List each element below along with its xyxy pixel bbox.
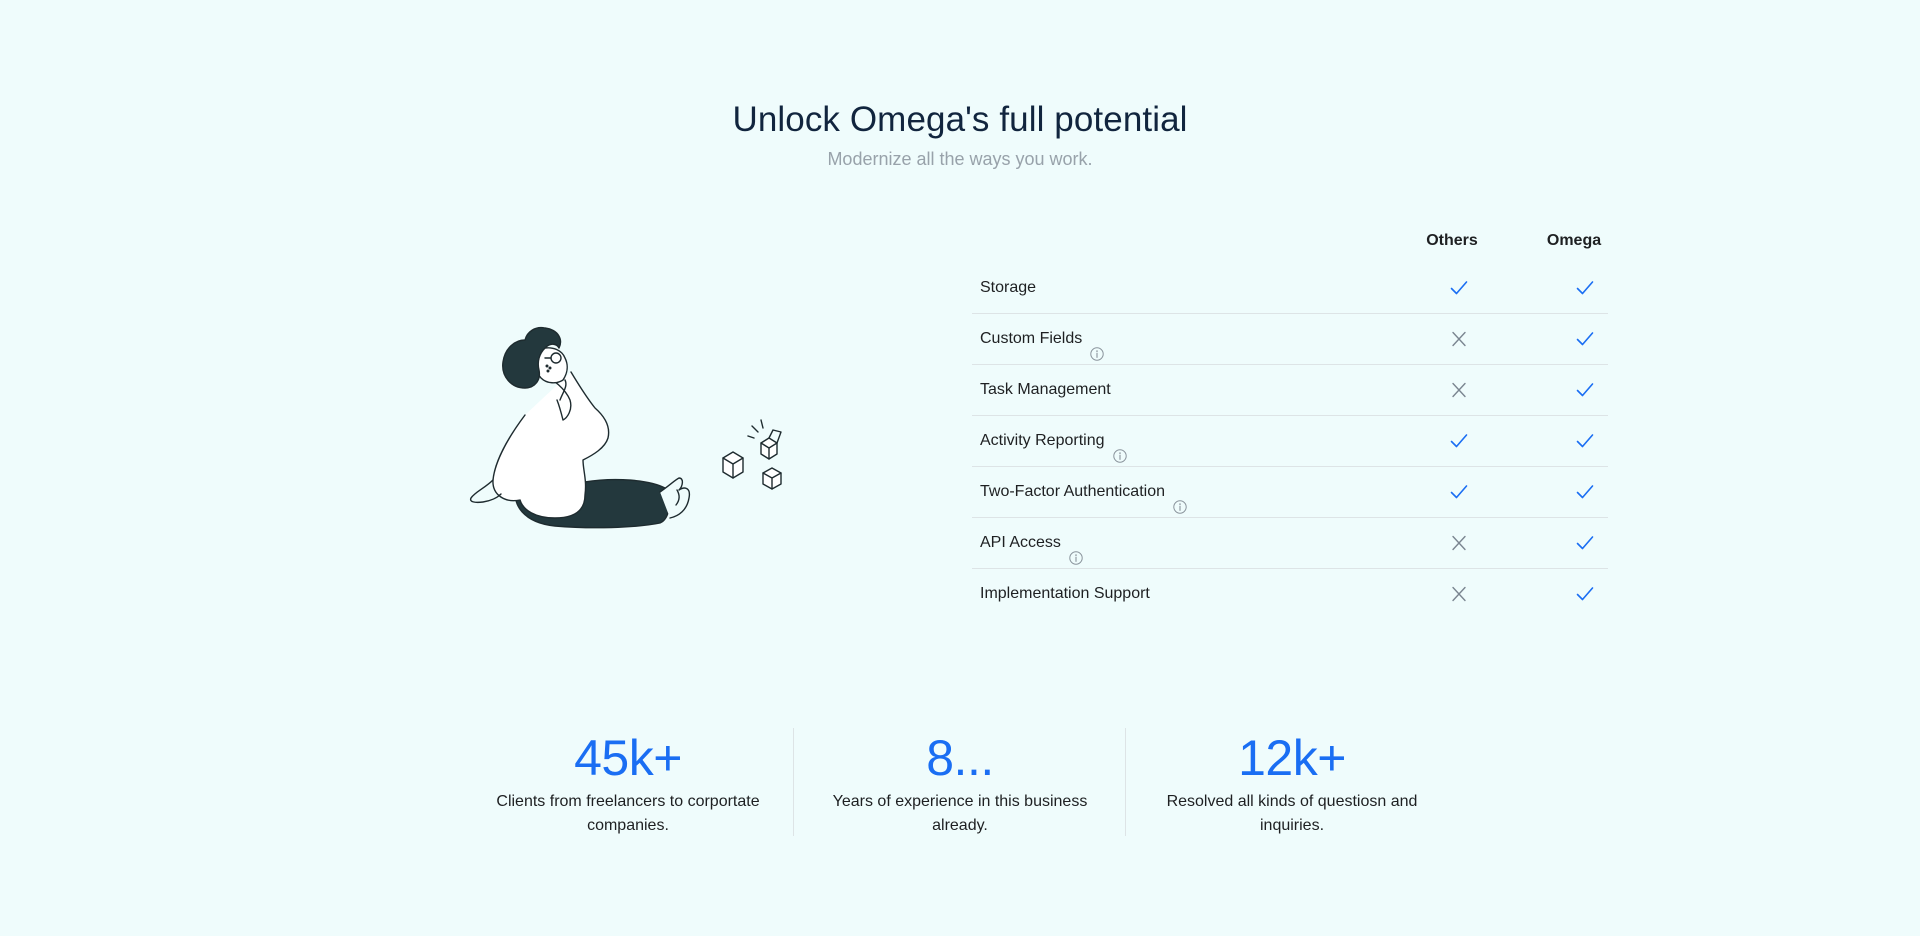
feature-cell: Task Management — [980, 365, 1111, 415]
check-icon — [1576, 331, 1594, 347]
feature-cell: Storage — [980, 263, 1036, 313]
cross-icon — [1450, 535, 1468, 551]
check-icon — [1576, 382, 1594, 398]
info-icon[interactable] — [1069, 536, 1083, 565]
feature-cell: Custom Fields — [980, 314, 1104, 364]
feature-cell: Two-Factor Authentication — [980, 467, 1187, 517]
info-icon[interactable] — [1173, 485, 1187, 514]
feature-label: API Access — [980, 534, 1061, 551]
check-icon — [1576, 535, 1594, 551]
feature-label: Implementation Support — [980, 585, 1150, 602]
comparison-table-body: Storage Custom Fields Task Management Activ… — [972, 263, 1608, 619]
stat-clients: 45k+ Clients from freelancers to corport… — [462, 728, 794, 836]
column-header-omega: Omega — [1546, 232, 1602, 249]
column-header-others: Others — [1426, 232, 1478, 249]
check-icon — [1576, 433, 1594, 449]
page-subtitle: Modernize all the ways you work. — [827, 149, 1093, 169]
stat-description: Clients from freelancers to corportate c… — [496, 793, 760, 834]
feature-cell: Activity Reporting — [980, 416, 1127, 466]
feature-label: Activity Reporting — [980, 432, 1105, 449]
stat-value: 45k+ — [574, 730, 682, 786]
stat-value: 12k+ — [1238, 730, 1346, 786]
table-row: Custom Fields — [972, 314, 1608, 365]
page-title: Unlock Omega's full potential — [732, 100, 1188, 139]
cross-icon — [1450, 382, 1468, 398]
check-icon — [1450, 433, 1468, 449]
person-illustration — [465, 320, 795, 535]
check-icon — [1576, 280, 1594, 296]
table-row: Two-Factor Authentication — [972, 467, 1608, 518]
info-icon[interactable] — [1112, 434, 1127, 463]
check-icon — [1450, 484, 1468, 500]
comparison-table: Others Omega Storage Custom Fields Task Ma… — [972, 222, 1608, 619]
feature-label: Custom Fields — [980, 330, 1083, 347]
page: Unlock Omega's full potential Modernize … — [0, 0, 1920, 936]
table-row: API Access — [972, 518, 1608, 569]
cross-icon — [1450, 586, 1468, 602]
stat-description: Resolved all kinds of questiosn and inqu… — [1166, 793, 1418, 834]
stats-section: 45k+ Clients from freelancers to corport… — [462, 728, 1458, 838]
check-icon — [1450, 280, 1468, 296]
comparison-table-header: Others Omega — [972, 222, 1608, 263]
stat-value: 8... — [926, 730, 994, 786]
hero-section: Unlock Omega's full potential Modernize … — [0, 96, 1920, 172]
feature-cell: API Access — [980, 518, 1083, 568]
check-icon — [1576, 484, 1594, 500]
table-row: Storage — [972, 263, 1608, 314]
feature-cell: Implementation Support — [980, 569, 1150, 619]
table-row: Task Management — [972, 365, 1608, 416]
table-row: Activity Reporting — [972, 416, 1608, 467]
cross-icon — [1450, 331, 1468, 347]
table-row: Implementation Support — [972, 569, 1608, 619]
info-icon[interactable] — [1090, 332, 1104, 361]
stat-questions: 12k+ Resolved all kinds of questiosn and… — [1126, 728, 1458, 836]
check-icon — [1576, 586, 1594, 602]
feature-label: Two-Factor Authentication — [980, 483, 1165, 500]
feature-label: Storage — [980, 279, 1037, 296]
feature-label: Task Management — [980, 381, 1111, 398]
stat-description: Years of experience in this business alr… — [832, 793, 1088, 834]
stat-experience: 8... Years of experience in this busines… — [794, 728, 1126, 836]
